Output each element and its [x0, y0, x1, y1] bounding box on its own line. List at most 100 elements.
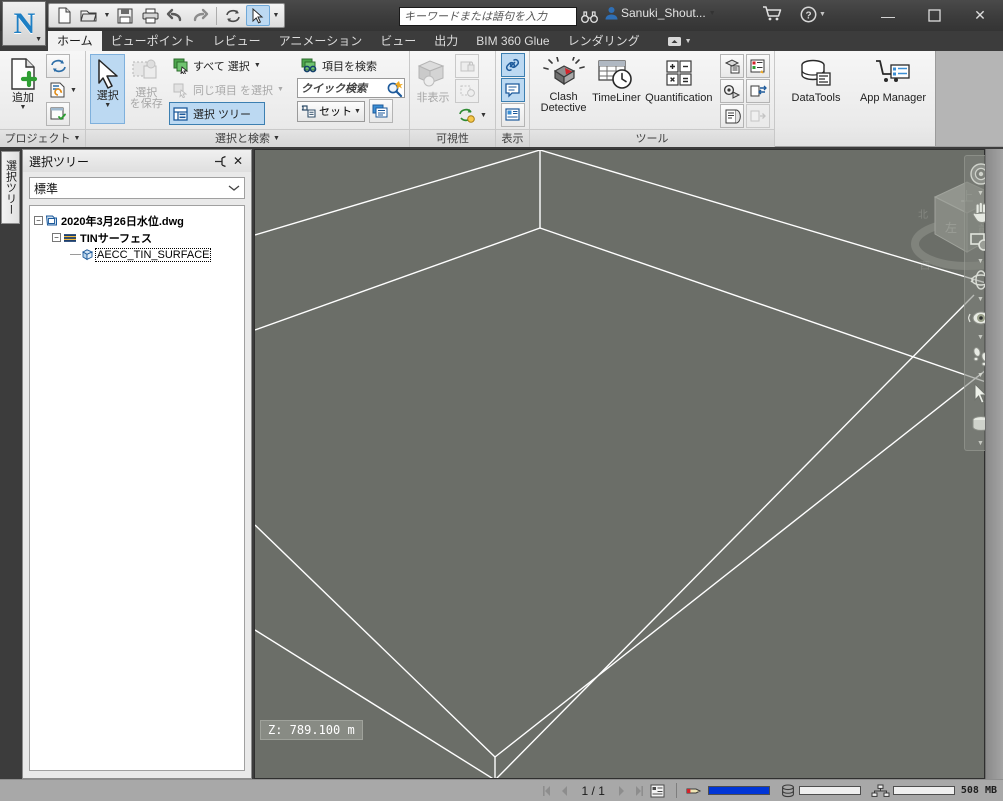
tab-view[interactable]: ビュー	[371, 31, 425, 51]
app-logo[interactable]: N ▼	[2, 1, 46, 46]
select-all-caret-icon[interactable]: ▼	[253, 62, 262, 69]
timeliner-button[interactable]: TimeLiner	[591, 54, 642, 105]
tab-review[interactable]: レビュー	[204, 31, 270, 51]
tab-home[interactable]: ホーム	[48, 31, 102, 51]
undo-icon[interactable]	[163, 5, 187, 26]
expand-toggle-icon[interactable]: −	[52, 233, 61, 242]
reset-file-caret-icon[interactable]: ▼	[69, 87, 78, 94]
minimize-button[interactable]: —	[865, 0, 911, 31]
tab-rendering[interactable]: レンダリング	[559, 31, 649, 51]
qat-overflow-caret-icon[interactable]: ▼	[271, 5, 281, 26]
quick-properties-icon[interactable]	[500, 78, 525, 102]
visibility-small-buttons: ▼	[455, 54, 491, 126]
open-file-icon[interactable]	[77, 5, 101, 26]
open-file-caret-icon[interactable]: ▼	[102, 5, 112, 26]
unhide-all-caret-icon[interactable]: ▼	[479, 112, 488, 119]
pin-icon[interactable]	[211, 152, 229, 170]
last-page-icon[interactable]	[632, 783, 647, 799]
datatools-label: DataTools	[791, 92, 841, 104]
tree-node-aecc-tin-surface[interactable]: AECC_TIN_SURFACE	[34, 246, 240, 263]
quick-find-input[interactable]: クイック検索	[297, 78, 405, 98]
close-button[interactable]: ✕	[957, 0, 1003, 31]
select-button-caret-icon[interactable]: ▼	[104, 102, 111, 109]
save-selection-label: 選択 を保存	[129, 87, 163, 110]
batch-utility-icon[interactable]	[746, 79, 770, 103]
walk-caret-icon[interactable]: ▼	[977, 371, 984, 379]
select-cursor-icon[interactable]	[246, 5, 270, 26]
search-area: キーワードまたは語句を入力	[399, 7, 601, 26]
tree-node-dwg[interactable]: − 2020年3月26日水位.dwg	[34, 212, 240, 229]
reset-file-button[interactable]: ▼	[46, 79, 81, 101]
orbit-caret-icon[interactable]: ▼	[977, 295, 984, 303]
selection-tree-mode-select[interactable]: 標準	[29, 177, 245, 199]
zoom-caret-icon[interactable]: ▼	[977, 257, 984, 265]
sets-icon	[301, 104, 316, 118]
select-button[interactable]: 選択 ▼	[90, 54, 126, 124]
steering-wheels-caret-icon[interactable]: ▼	[977, 189, 984, 197]
find-items-button[interactable]: 項目を検索	[297, 54, 405, 77]
selection-inspector-icon[interactable]	[368, 99, 393, 123]
file-options-icon[interactable]	[46, 102, 70, 126]
sets-caret-icon[interactable]: ▼	[354, 108, 361, 115]
right-dock-strip[interactable]	[985, 149, 1003, 779]
selection-tree-button[interactable]: 選択 ツリー	[168, 102, 265, 125]
expand-toggle-icon[interactable]: −	[34, 216, 43, 225]
select-same-button: 同じ項目 を選択 ▼	[169, 78, 288, 101]
prev-page-icon[interactable]	[557, 783, 572, 799]
tree-node-tin-surface[interactable]: − TINサーフェス	[34, 229, 240, 246]
next-page-icon[interactable]	[615, 783, 630, 799]
new-file-icon[interactable]	[52, 5, 76, 26]
panel-label-project[interactable]: プロジェクト ▼	[0, 129, 85, 147]
pencil-progress-bar	[707, 786, 770, 795]
add-button-caret-icon[interactable]: ▼	[20, 104, 27, 111]
quick-find-icon	[387, 80, 403, 97]
ribbon-display-caret-icon[interactable]: ▼	[685, 38, 692, 45]
selection-tree-icon	[173, 106, 188, 121]
close-icon[interactable]: ✕	[229, 152, 247, 170]
properties-icon[interactable]	[500, 103, 525, 127]
scripter-icon[interactable]	[720, 104, 744, 128]
maximize-button[interactable]	[911, 0, 957, 31]
app-manager-button[interactable]: App Manager	[855, 54, 931, 105]
look-caret-icon[interactable]: ▼	[977, 333, 984, 341]
tab-output[interactable]: 出力	[425, 31, 467, 51]
print-icon[interactable]	[138, 5, 162, 26]
save-icon[interactable]	[113, 5, 137, 26]
help-button[interactable]: ? ▼	[800, 6, 826, 23]
user-account[interactable]: Sanuki_Shout... ▼	[605, 6, 716, 20]
links-icon[interactable]	[500, 53, 525, 77]
sidebar-vertical-tab-selection-tree[interactable]: 選択ツリー	[1, 151, 20, 224]
refresh-model-icon[interactable]	[46, 54, 70, 78]
first-page-icon[interactable]	[540, 783, 555, 799]
unhide-all-button[interactable]: ▼	[455, 104, 491, 126]
quantification-button[interactable]: Quantification	[644, 54, 714, 105]
search-input[interactable]: キーワードまたは語句を入力	[399, 7, 577, 26]
select-all-button[interactable]: すべて 選択 ▼	[169, 54, 288, 77]
chevron-down-icon[interactable]	[228, 181, 240, 195]
app-menu-caret-icon[interactable]: ▼	[35, 36, 42, 43]
sheet-browser-icon[interactable]	[649, 783, 667, 799]
cart-button[interactable]	[762, 6, 782, 21]
help-caret-icon[interactable]: ▼	[819, 11, 826, 18]
project-small-buttons: ▼	[46, 54, 81, 126]
tab-animation[interactable]: アニメーション	[270, 31, 372, 51]
autodesk-rendering-icon[interactable]	[720, 54, 744, 78]
search-binoculars-icon[interactable]	[577, 7, 601, 26]
selection-tree-list[interactable]: − 2020年3月26日水位.dwg − TINサーフェス AECC_TIN_S…	[29, 205, 245, 771]
clash-detective-button[interactable]: Clash Detective	[538, 54, 589, 115]
panel-label-select-search[interactable]: 選択と検索 ▼	[86, 129, 409, 147]
add-button[interactable]: 追加 ▼	[4, 54, 42, 112]
animator-icon[interactable]	[720, 79, 744, 103]
tab-bim360glue[interactable]: BIM 360 Glue	[467, 31, 558, 51]
redo-icon[interactable]	[188, 5, 212, 26]
appearance-profiler-icon[interactable]	[746, 54, 770, 78]
navisworks-window: ▼ ▼ ▶ 無題 キーワードまたは語句を入力	[0, 0, 1003, 801]
tab-viewpoint[interactable]: ビューポイント	[102, 31, 204, 51]
datatools-button[interactable]: DataTools	[783, 54, 849, 105]
ribbon-overflow[interactable]: ▼	[667, 31, 692, 51]
3d-viewport[interactable]: 上 左 前 北 東 西 南 Z: 789.100 m	[254, 149, 985, 779]
render-caret-icon[interactable]: ▼	[977, 439, 984, 447]
refresh-icon[interactable]	[221, 5, 245, 26]
sets-button[interactable]: セット ▼	[297, 100, 365, 122]
user-caret-icon[interactable]: ▼	[709, 10, 716, 17]
